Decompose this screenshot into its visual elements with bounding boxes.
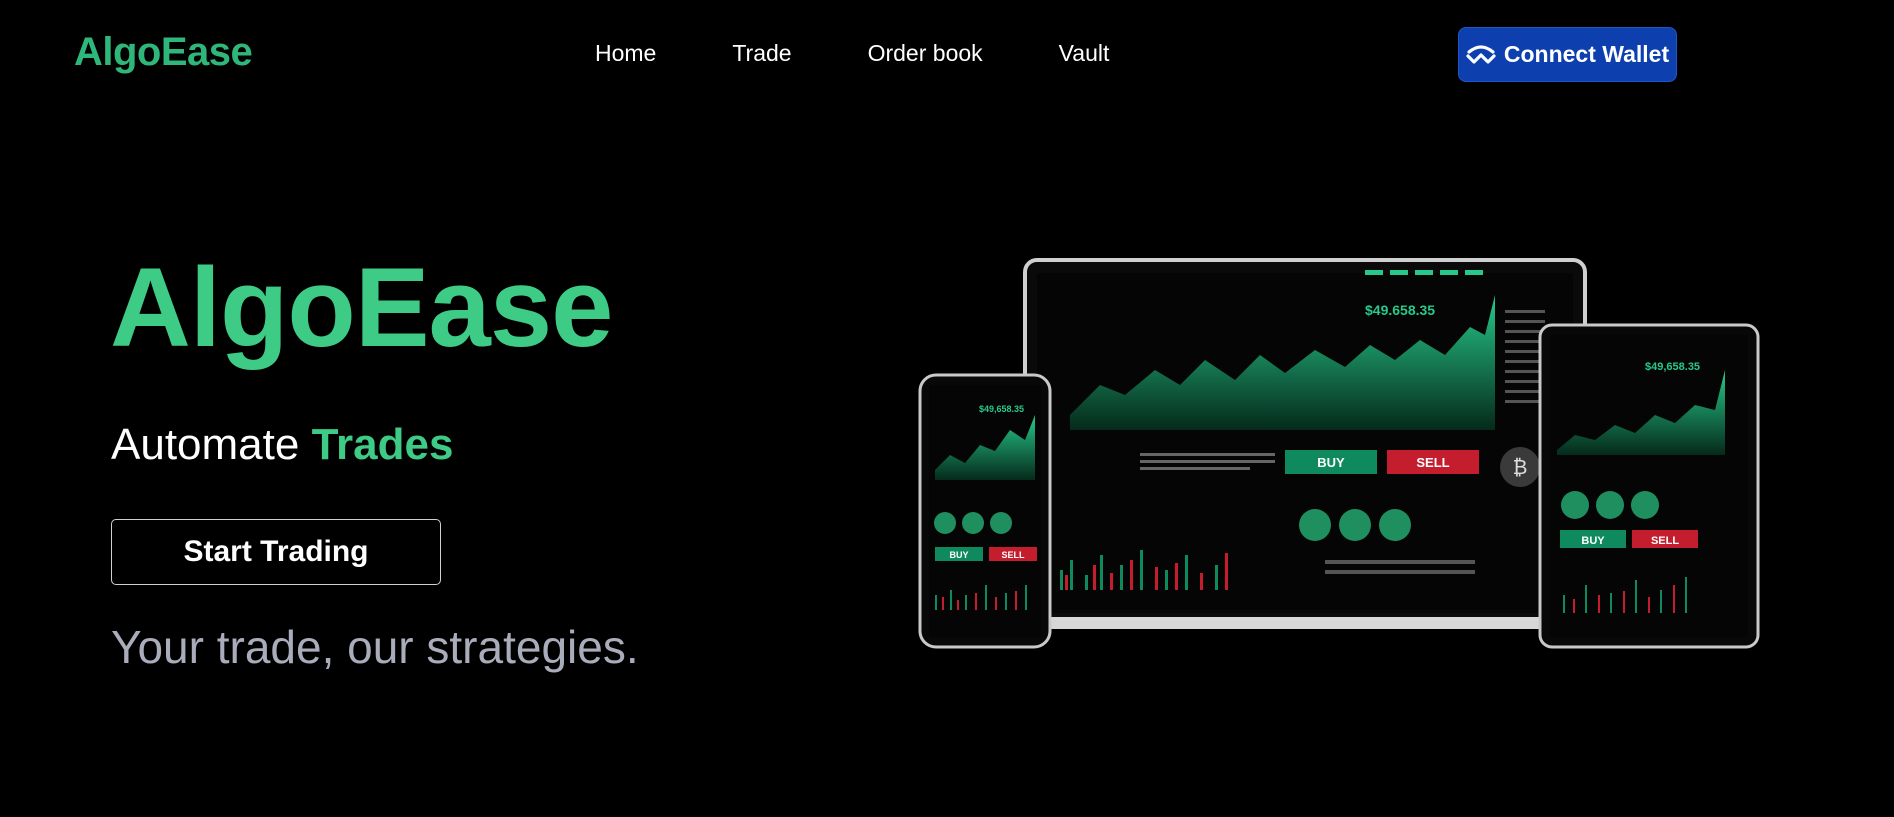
svg-text:BUY: BUY — [949, 550, 968, 560]
svg-text:SELL: SELL — [1416, 455, 1449, 470]
nav-links: Home Trade Order book Vault — [595, 40, 1109, 67]
svg-text:$49,658.35: $49,658.35 — [979, 404, 1024, 414]
laptop-price-label: $49.658.35 — [1365, 302, 1435, 318]
devices-illustration: $49.658.35 BUY SELL ₿ $49,658.35 BUY SEL… — [915, 255, 1765, 655]
brand-logo[interactable]: AlgoEase — [74, 30, 253, 75]
hero-tagline: Your trade, our strategies. — [111, 621, 639, 673]
nav-link-order-book[interactable]: Order book — [868, 40, 983, 67]
svg-text:SELL: SELL — [1001, 550, 1025, 560]
start-trading-button[interactable]: Start Trading — [111, 519, 441, 585]
devices-image: $49.658.35 BUY SELL ₿ $49,658.35 BUY SEL… — [918, 258, 1760, 649]
connect-wallet-label: Connect Wallet — [1503, 41, 1670, 67]
hero-subtitle-prefix: Automate — [111, 420, 300, 469]
svg-text:BUY: BUY — [1317, 455, 1345, 470]
svg-text:SELL: SELL — [1651, 535, 1679, 547]
nav-link-trade[interactable]: Trade — [732, 40, 791, 67]
svg-text:$49,658.35: $49,658.35 — [1645, 361, 1700, 373]
tablet-mockup: $49,658.35 BUY SELL — [1538, 323, 1760, 649]
nav-link-vault[interactable]: Vault — [1059, 40, 1110, 67]
phone-mockup: $49,658.35 BUY SELL — [918, 373, 1052, 649]
hero-subtitle-accent: Trades — [311, 420, 454, 469]
svg-text:BUY: BUY — [1581, 535, 1605, 547]
connect-wallet-button[interactable]: Connect Wallet — [1458, 27, 1677, 82]
laptop-mockup: $49.658.35 BUY SELL ₿ — [985, 258, 1625, 629]
walletconnect-icon — [1466, 44, 1496, 64]
svg-text:₿: ₿ — [1513, 457, 1528, 479]
hero-subtitle: Automate Trades — [111, 420, 453, 470]
hero-title: AlgoEase — [110, 245, 613, 370]
nav-link-home[interactable]: Home — [595, 40, 656, 67]
navbar: AlgoEase Home Trade Order book Vault Con… — [0, 0, 1894, 110]
